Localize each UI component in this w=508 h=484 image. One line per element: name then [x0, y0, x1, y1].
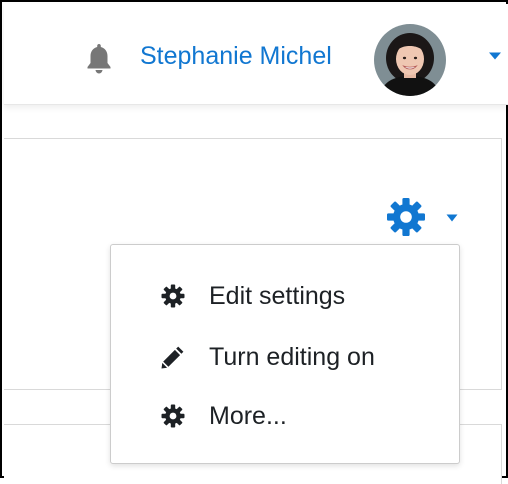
top-navbar: Stephanie Michel — [4, 4, 508, 105]
pencil-icon — [161, 346, 184, 369]
menu-item-label: Edit settings — [209, 282, 346, 310]
caret-down-icon — [446, 214, 458, 222]
user-name-link[interactable]: Stephanie Michel — [140, 38, 332, 74]
user-avatar[interactable] — [374, 24, 446, 96]
gear-icon — [387, 198, 425, 236]
menu-item-label: Turn editing on — [209, 343, 375, 371]
settings-dropdown-menu: Edit settings Turn editing on More... — [110, 244, 460, 464]
page-frame: Stephanie Michel Edit settings Turn edit… — [0, 0, 508, 484]
settings-menu-toggle[interactable] — [386, 197, 462, 237]
menu-item-turn-editing-on[interactable]: Turn editing on — [111, 329, 459, 385]
menu-item-more[interactable]: More... — [111, 388, 459, 444]
bell-icon[interactable] — [86, 42, 112, 74]
menu-item-edit-settings[interactable]: Edit settings — [111, 268, 459, 324]
avatar-image — [374, 24, 446, 96]
menu-item-label: More... — [209, 402, 287, 430]
caret-down-icon[interactable] — [488, 51, 502, 61]
gear-icon — [161, 404, 185, 428]
gear-icon — [161, 284, 185, 308]
